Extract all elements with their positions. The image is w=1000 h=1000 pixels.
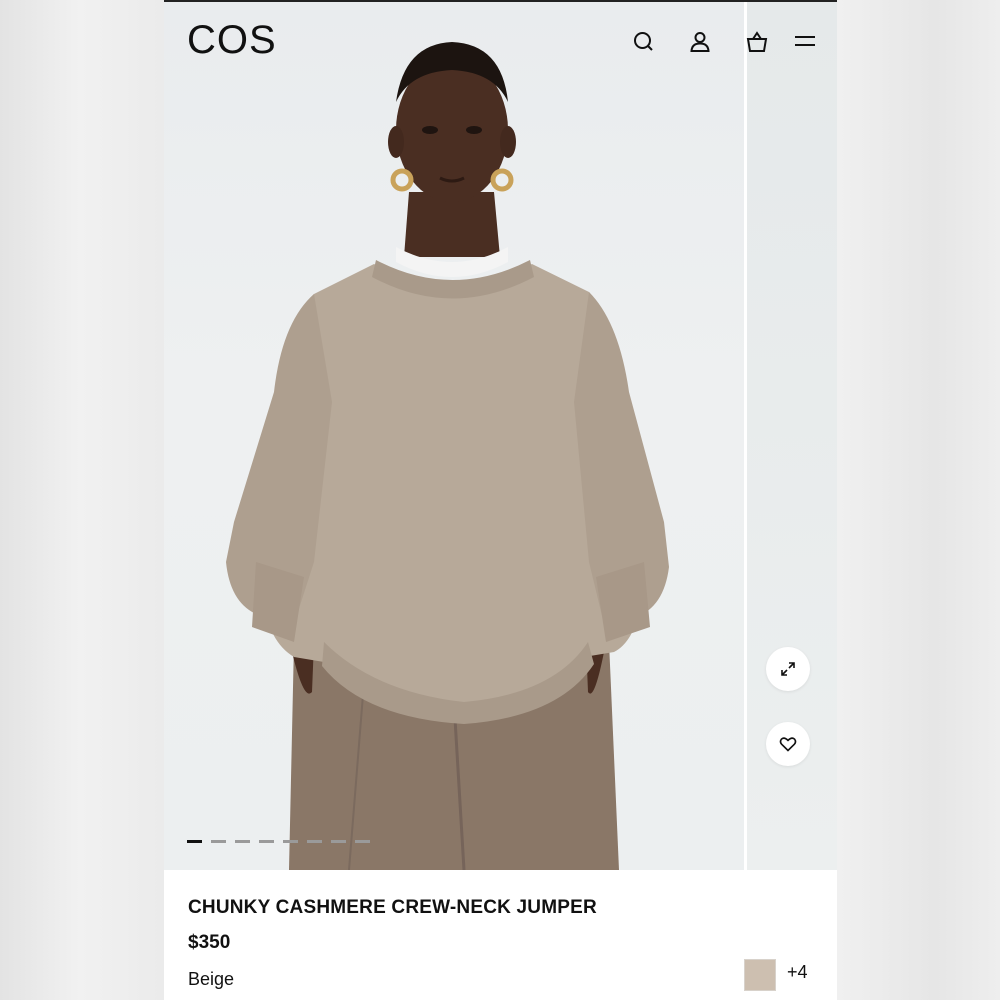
product-info: CHUNKY CASHMERE CREW-NECK JUMPER $350 Be… [164,870,837,1000]
slide-dot[interactable] [283,840,298,843]
model-photo [226,42,669,870]
slide-dot[interactable] [211,840,226,843]
heart-icon [779,737,797,752]
wishlist-button[interactable] [766,722,810,766]
app-screen: COS CHUNKY CASHMERE CREW-NECK JUMPER $35… [164,0,837,1000]
slide-dot[interactable] [307,840,322,843]
slide-dot[interactable] [259,840,274,843]
page-backdrop-right [837,0,1000,1000]
color-swatch[interactable] [744,959,776,991]
product-title: CHUNKY CASHMERE CREW-NECK JUMPER [188,897,597,918]
product-price: $350 [188,932,231,953]
color-name: Beige [188,969,235,989]
slide-dot[interactable] [235,840,250,843]
expand-icon [781,662,795,676]
bag-icon[interactable] [744,29,770,55]
slide-dot[interactable] [331,840,346,843]
slide-dot[interactable] [355,840,370,843]
expand-image-button[interactable] [766,647,810,691]
product-image[interactable] [164,2,744,870]
search-icon[interactable] [631,29,657,55]
slide-dot-active[interactable] [187,840,202,843]
brand-logo[interactable]: COS [187,18,277,62]
account-icon[interactable] [687,29,713,55]
menu-icon[interactable] [792,29,818,55]
more-colors-link[interactable]: +4 [787,962,808,983]
